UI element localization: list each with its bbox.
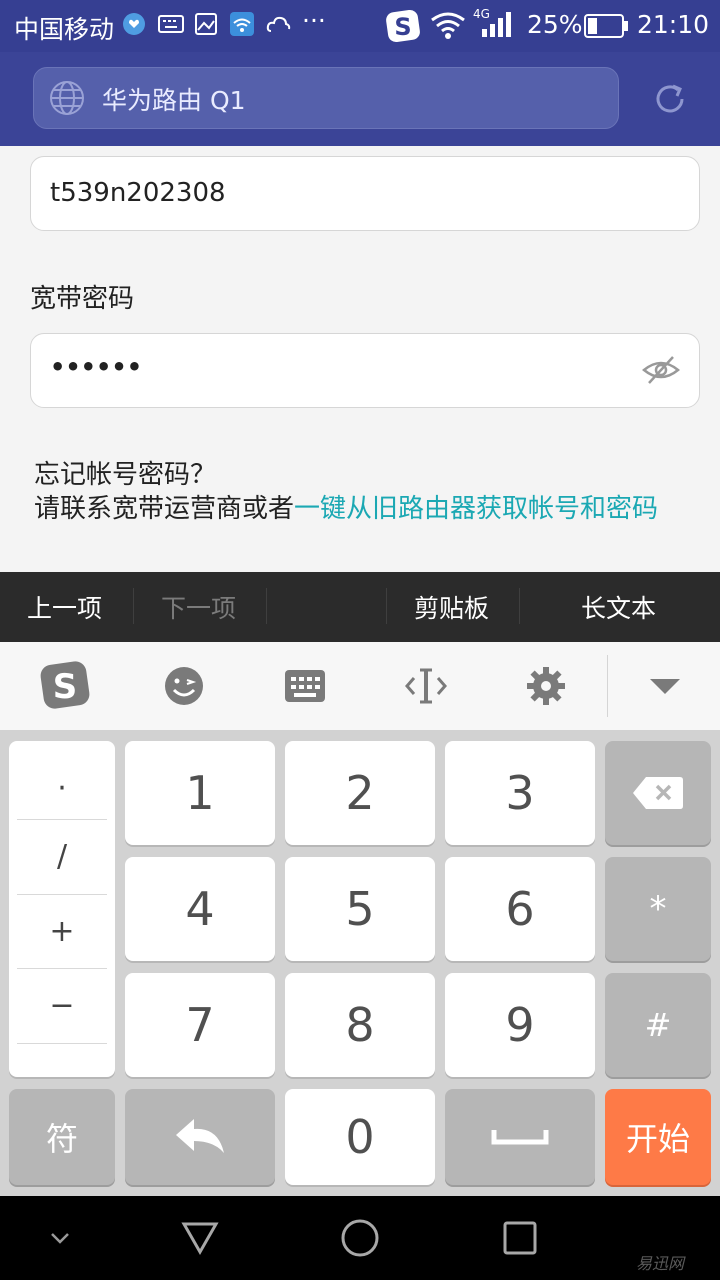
symbol-key-minus[interactable]: − xyxy=(9,968,115,1043)
nav-recents-icon[interactable] xyxy=(498,1216,542,1260)
clock: 21:10 xyxy=(637,10,710,39)
carrier-name: 中国移动 xyxy=(14,15,115,44)
get-account-from-old-router-link[interactable]: 一键从旧路由器获取帐号和密码 xyxy=(294,494,658,524)
battery-icon xyxy=(584,13,630,39)
sogou-logo-icon: S xyxy=(385,8,421,44)
symbol-separator xyxy=(17,1043,107,1044)
more-notifications: ··· xyxy=(302,6,326,35)
hash-key[interactable]: # xyxy=(605,973,711,1077)
account-value: t539n202308 xyxy=(50,178,226,208)
hide-keyboard-icon[interactable] xyxy=(641,662,689,710)
forgot-prefix: 请联系宽带运营商或者 xyxy=(34,494,295,524)
wifi-app-icon xyxy=(230,12,254,36)
cell-signal-icon xyxy=(480,12,514,38)
image-notify-icon xyxy=(194,12,218,36)
next-field-button[interactable]: 下一项 xyxy=(161,589,236,625)
space-bar-icon xyxy=(491,1130,549,1145)
key-3[interactable]: 3 xyxy=(445,741,595,845)
forgot-title: 忘记帐号密码？ xyxy=(34,460,217,490)
symbol-key-slash[interactable]: / xyxy=(9,819,115,894)
long-text-button[interactable]: 长文本 xyxy=(581,589,656,625)
globe-icon xyxy=(48,79,86,117)
backspace-key[interactable] xyxy=(605,741,711,845)
emoji-icon[interactable] xyxy=(160,662,208,710)
symbol-key-plus[interactable]: + xyxy=(9,894,115,969)
wifi-signal-icon xyxy=(430,10,466,40)
svg-text:S: S xyxy=(394,13,411,41)
key-7[interactable]: 7 xyxy=(125,973,275,1077)
cursor-move-icon[interactable] xyxy=(402,662,450,710)
keyboard-layout-icon[interactable] xyxy=(281,662,329,710)
refresh-icon[interactable] xyxy=(651,80,689,118)
clipboard-button[interactable]: 剪贴板 xyxy=(414,589,489,625)
ime-row-divider xyxy=(607,655,608,717)
ime-function-row xyxy=(0,642,720,730)
key-8[interactable]: 8 xyxy=(285,973,435,1077)
keyboard-notify-icon xyxy=(158,12,184,36)
toolbar-divider xyxy=(133,588,134,624)
star-key[interactable]: * xyxy=(605,857,711,961)
password-value: •••••• xyxy=(50,353,143,381)
return-arrow-icon xyxy=(176,1119,224,1153)
prev-field-button[interactable]: 上一项 xyxy=(27,589,102,625)
password-label: 宽带密码 xyxy=(30,284,135,314)
key-6[interactable]: 6 xyxy=(445,857,595,961)
settings-gear-icon[interactable] xyxy=(522,662,570,710)
nav-home-icon[interactable] xyxy=(338,1216,382,1260)
eye-hidden-icon[interactable] xyxy=(641,352,681,388)
key-2[interactable]: 2 xyxy=(285,741,435,845)
key-9[interactable]: 9 xyxy=(445,973,595,1077)
space-key[interactable] xyxy=(445,1089,595,1185)
toolbar-divider xyxy=(519,588,520,624)
battery-percent: 25% xyxy=(527,10,583,39)
symbol-switch-key[interactable]: 符 xyxy=(9,1089,115,1185)
symbol-key-dot[interactable]: · xyxy=(9,751,115,826)
forgot-help-text: 忘记帐号密码？ 请联系宽带运营商或者一键从旧路由器获取帐号和密码 xyxy=(34,458,684,526)
sogou-menu-icon[interactable]: S xyxy=(38,658,92,712)
key-5[interactable]: 5 xyxy=(285,857,435,961)
nav-collapse-icon[interactable] xyxy=(38,1216,82,1260)
toolbar-divider xyxy=(386,588,387,624)
cloud-notify-icon xyxy=(266,12,291,36)
return-key[interactable] xyxy=(125,1089,275,1185)
key-4[interactable]: 4 xyxy=(125,857,275,961)
key-1[interactable]: 1 xyxy=(125,741,275,845)
heart-badge-icon xyxy=(122,12,146,36)
nav-back-icon[interactable] xyxy=(178,1216,222,1260)
svg-text:S: S xyxy=(53,667,78,707)
page-title: 华为路由 Q1 xyxy=(102,86,246,115)
backspace-icon xyxy=(633,777,683,809)
start-key[interactable]: 开始 xyxy=(605,1089,711,1185)
toolbar-divider xyxy=(266,588,267,624)
watermark: 易迅网 xyxy=(636,1254,685,1273)
key-0[interactable]: 0 xyxy=(285,1089,435,1185)
